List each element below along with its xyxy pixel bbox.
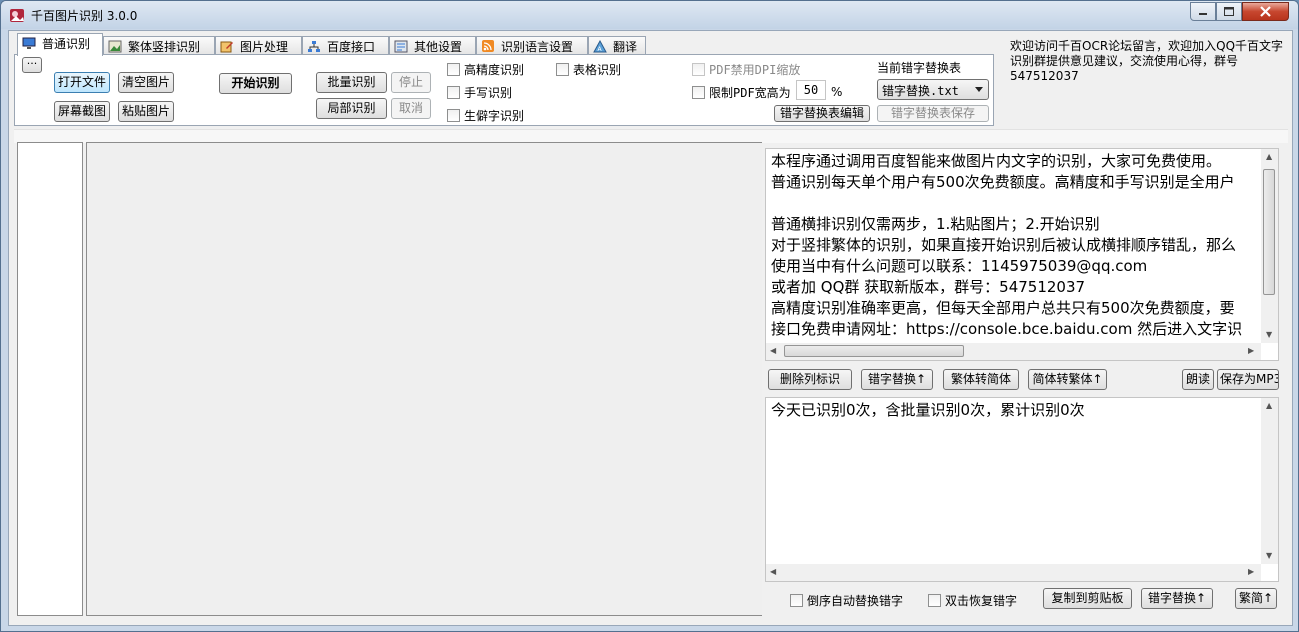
batch-recognize-button[interactable]: 批量识别 — [316, 72, 387, 93]
scroll-left-icon[interactable]: ◀ — [770, 346, 776, 356]
scroll-thumb[interactable] — [784, 345, 964, 357]
stats-textbox[interactable]: 今天已识别0次，含批量识别0次，累计识别0次 ▲ ▼ ◀ ▶ — [765, 397, 1279, 582]
result-horizontal-scrollbar[interactable]: ◀ ▶ — [766, 343, 1261, 360]
tab-traditional-vertical[interactable]: 繁体竖排识别 — [103, 36, 215, 55]
replace-wrong-button[interactable]: 错字替换↑ — [861, 369, 933, 390]
screenshot-button[interactable]: 屏幕截图 — [54, 101, 110, 122]
paste-image-button[interactable]: 粘贴图片 — [118, 101, 174, 122]
replace-table-select[interactable]: 错字替换.txt — [877, 79, 989, 100]
stats-horizontal-scrollbar[interactable]: ◀ ▶ — [766, 564, 1261, 581]
trad-to-simp-button[interactable]: 繁体转简体 — [943, 369, 1019, 390]
notice-text: 欢迎访问千百OCR论坛留言，欢迎加入QQ千百文字识别群提供意见建议，交流使用心得… — [1010, 39, 1284, 83]
tab-normal-recognize[interactable]: 普通识别 — [17, 33, 103, 56]
result-vertical-scrollbar[interactable]: ▲ ▼ — [1261, 149, 1278, 343]
partial-recognize-button[interactable]: 局部识别 — [316, 98, 387, 119]
maximize-button[interactable] — [1216, 2, 1242, 21]
result-line: 本程序通过调用百度智能来做图片内文字的识别，大家可免费使用。 — [771, 152, 1222, 170]
checkbox-box[interactable] — [447, 63, 460, 76]
trad-simp-toggle-button[interactable]: 繁简↑ — [1235, 588, 1277, 609]
rare-chars-checkbox[interactable]: 生僻字识别 — [447, 107, 524, 123]
read-aloud-button[interactable]: 朗读 — [1182, 369, 1214, 390]
stop-button[interactable]: 停止 — [391, 72, 431, 93]
checkbox-box[interactable] — [447, 86, 460, 99]
reverse-auto-replace-checkbox[interactable]: 倒序自动替换错字 — [790, 592, 903, 608]
window-title: 千百图片识别 3.0.0 — [31, 9, 138, 23]
result-line: 或者加 QQ群 获取新版本，群号：547512037 — [771, 278, 1086, 296]
replace-table-label: 当前错字替换表 — [877, 61, 962, 75]
title-bar[interactable]: 千百图片识别 3.0.0 — [1, 1, 1298, 29]
remove-col-marks-button[interactable]: 删除列标识 — [768, 369, 852, 390]
replace-table-save-button[interactable]: 错字替换表保存 — [877, 105, 989, 122]
stats-text: 今天已识别0次，含批量识别0次，累计识别0次 — [771, 401, 1085, 419]
dblclick-restore-checkbox[interactable]: 双击恢复错字 — [928, 592, 1017, 608]
divider — [14, 129, 1288, 143]
minimize-icon — [1199, 13, 1207, 15]
result-line: 使用当中有什么问题可以联系：1145975039@qq.com — [771, 257, 1148, 275]
checkbox-box[interactable] — [790, 594, 803, 607]
stats-vertical-scrollbar[interactable]: ▲ ▼ — [1261, 398, 1278, 564]
close-icon — [1260, 6, 1271, 17]
dropdown-arrow-icon — [975, 87, 983, 92]
scroll-right-icon[interactable]: ▶ — [1248, 346, 1254, 356]
result-line: 接口免费申请网址：https://console.bce.baidu.com 然… — [771, 320, 1243, 338]
limit-pdf-size-checkbox[interactable]: 限制PDF宽高为 — [692, 84, 791, 100]
network-icon — [308, 41, 320, 52]
rss-icon — [482, 40, 494, 52]
tab-translate[interactable]: A 翻译 — [588, 36, 646, 55]
maximize-icon — [1224, 7, 1234, 16]
table-recognize-checkbox[interactable]: 表格识别 — [556, 61, 621, 77]
checkbox-box[interactable] — [928, 594, 941, 607]
result-line — [771, 193, 1242, 214]
minimize-button[interactable] — [1190, 2, 1216, 21]
image-icon — [108, 40, 122, 53]
checkbox-box[interactable] — [692, 63, 705, 76]
translate-icon: A — [593, 40, 607, 53]
start-recognize-button[interactable]: 开始识别 — [219, 73, 292, 94]
close-button[interactable] — [1242, 2, 1289, 21]
result-line: 普通识别每天单个用户有500次免费额度。高精度和手写识别是全用户 — [771, 173, 1235, 191]
save-mp3-button[interactable]: 保存为MP3 — [1217, 369, 1279, 390]
app-window: 千百图片识别 3.0.0 普通识别 繁体竖排识别 图片处理 百度接口 其他设置 … — [0, 0, 1299, 632]
result-text: 本程序通过调用百度智能来做图片内文字的识别，大家可免费使用。 普通识别每天单个用… — [771, 151, 1242, 340]
main-client-area: 普通识别 繁体竖排识别 图片处理 百度接口 其他设置 识别语言设置 A 翻译 ··… — [8, 30, 1293, 626]
clear-image-button[interactable]: 清空图片 — [118, 72, 174, 93]
replace-wrong-bottom-button[interactable]: 错字替换↑ — [1141, 588, 1213, 609]
result-textbox[interactable]: 本程序通过调用百度智能来做图片内文字的识别，大家可免费使用。 普通识别每天单个用… — [765, 148, 1279, 361]
tab-other-settings[interactable]: 其他设置 — [389, 36, 476, 55]
result-line: 高精度识别准确率更高，但每天全部用户总共只有500次免费额度，要 — [771, 299, 1235, 317]
scroll-right-icon[interactable]: ▶ — [1248, 567, 1254, 577]
result-line: 对于竖排繁体的识别，如果直接开始识别后被认成横排顺序错乱，那么 — [771, 236, 1237, 254]
scroll-left-icon[interactable]: ◀ — [770, 567, 776, 577]
pdf-size-unit: % — [831, 85, 843, 99]
scroll-thumb[interactable] — [1263, 169, 1275, 295]
monitor-icon — [22, 37, 36, 49]
simp-to-trad-button[interactable]: 简体转繁体↑ — [1028, 369, 1107, 390]
scroll-down-icon[interactable]: ▼ — [1266, 551, 1272, 561]
high-precision-checkbox[interactable]: 高精度识别 — [447, 61, 524, 77]
pdf-disable-dpi-checkbox[interactable]: PDF禁用DPI缩放 — [692, 61, 800, 77]
tab-image-processing[interactable]: 图片处理 — [215, 36, 302, 55]
thumbnail-list[interactable] — [17, 142, 83, 616]
app-logo-icon — [10, 9, 24, 22]
checkbox-box[interactable] — [447, 109, 460, 122]
scroll-up-icon[interactable]: ▲ — [1266, 152, 1272, 162]
copy-clipboard-button[interactable]: 复制到剪贴板 — [1043, 588, 1132, 609]
result-line: 普通横排识别仅需两步，1.粘贴图片；2.开始识别 — [771, 215, 1100, 233]
scroll-down-icon[interactable]: ▼ — [1266, 330, 1272, 340]
checkbox-box[interactable] — [556, 63, 569, 76]
more-button[interactable]: ··· — [22, 57, 42, 73]
pdf-size-input[interactable]: 50 — [796, 80, 826, 100]
toolbar-panel: ··· 打开文件 清空图片 屏幕截图 粘贴图片 开始识别 批量识别 停止 局部识… — [14, 54, 994, 126]
scroll-up-icon[interactable]: ▲ — [1266, 401, 1272, 411]
image-canvas[interactable] — [86, 142, 762, 616]
handwriting-checkbox[interactable]: 手写识别 — [447, 84, 512, 100]
tab-baidu-api[interactable]: 百度接口 — [302, 36, 389, 55]
checkbox-box[interactable] — [692, 86, 705, 99]
settings-panel-icon — [394, 40, 408, 53]
edit-image-icon — [220, 41, 233, 53]
open-file-button[interactable]: 打开文件 — [54, 72, 110, 93]
replace-table-edit-button[interactable]: 错字替换表编辑 — [774, 105, 870, 122]
cancel-button[interactable]: 取消 — [391, 98, 431, 119]
tab-language-settings[interactable]: 识别语言设置 — [476, 36, 588, 55]
